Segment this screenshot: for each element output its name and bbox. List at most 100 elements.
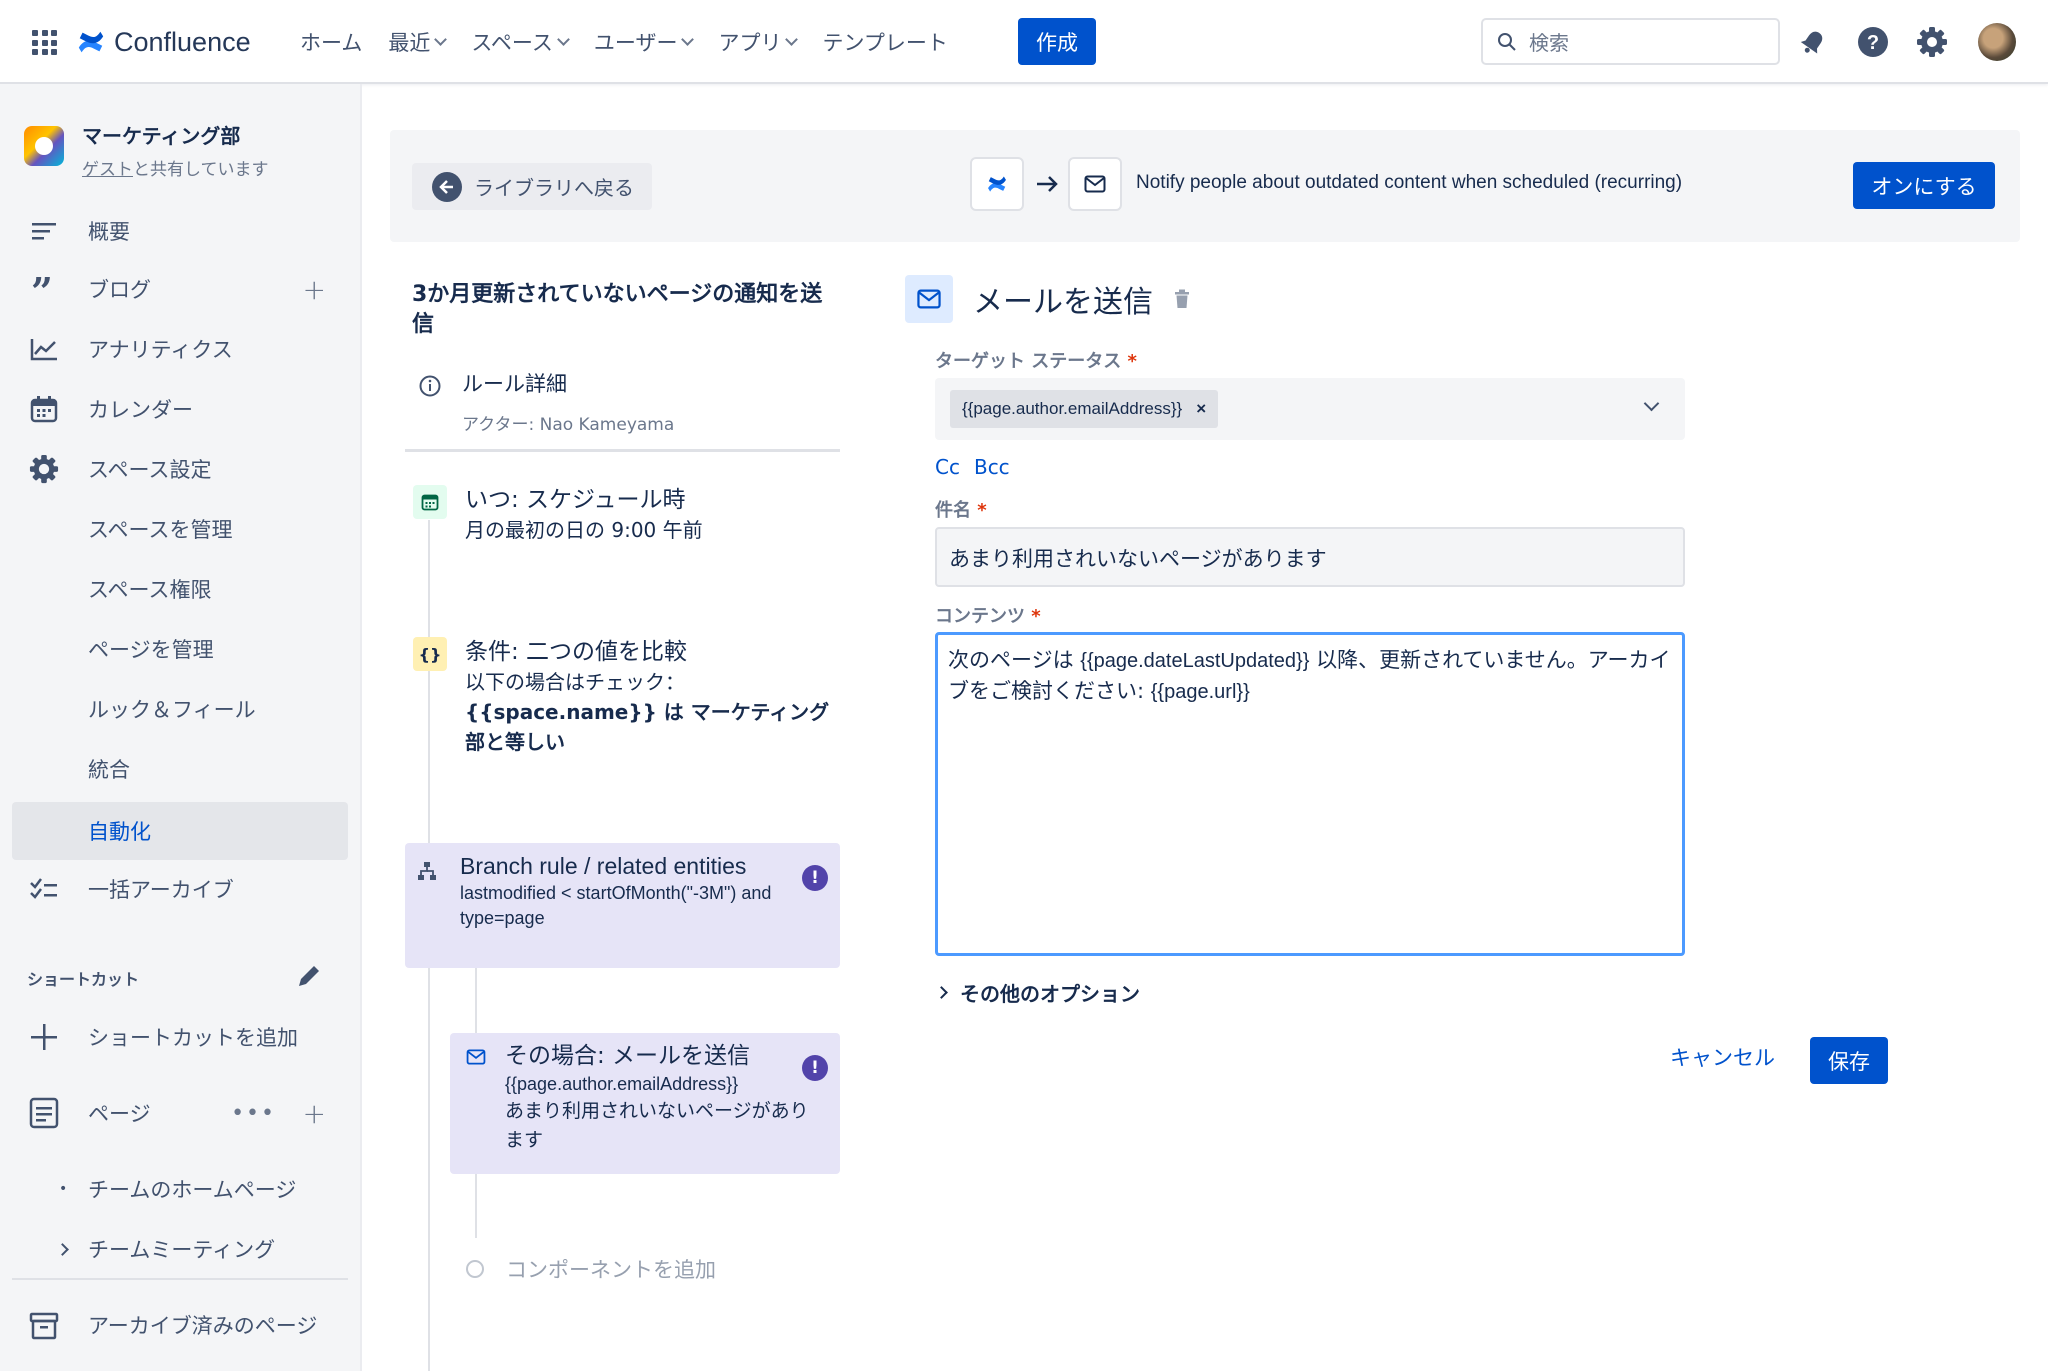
mail-icon (466, 1049, 486, 1065)
sidebar-item-overview[interactable]: 概要 (12, 202, 348, 260)
branch-heading: Branch rule / related entities (460, 853, 747, 879)
share-text: と共有しています (133, 160, 269, 180)
sidebar-item-space-settings[interactable]: スペース設定 (12, 440, 348, 498)
chevron-down-icon[interactable] (1643, 395, 1660, 412)
add-shortcut-button[interactable]: ショートカットを追加 (12, 1008, 348, 1066)
target-status-select[interactable]: {{page.author.emailAddress}} × (935, 378, 1685, 440)
recipient-chip: {{page.author.emailAddress}} × (950, 390, 1219, 428)
warning-icon: ! (802, 865, 828, 891)
main-nav: ホーム 最近 スペース ユーザー アプリ テンプレート (300, 20, 974, 64)
action-subject: あまり利用されいないページがあります (505, 1100, 809, 1151)
remove-icon[interactable]: × (1196, 399, 1206, 419)
sidebar-item-space-permissions[interactable]: スペース権限 (12, 560, 348, 618)
circle-icon (466, 1260, 484, 1278)
sidebar-item-label: ページ (88, 1102, 151, 1126)
top-navigation: Confluence ホーム 最近 スペース ユーザー アプリ テンプレート 作… (0, 0, 2048, 84)
analytics-icon (30, 339, 57, 361)
bulk-archive-icon (30, 878, 57, 899)
page-tree-label: チームのホームページ (88, 1178, 297, 1202)
back-label: ライブラリへ戻る (474, 176, 634, 200)
trash-icon[interactable] (1173, 289, 1191, 309)
guest-link[interactable]: ゲスト (82, 160, 133, 180)
rule-actor: アクター: Nao Kameyama (462, 415, 675, 435)
add-component-button[interactable]: コンポーネントを追加 (466, 1254, 716, 1284)
cc-link[interactable]: Cc (935, 455, 960, 479)
bcc-link[interactable]: Bcc (974, 455, 1010, 479)
nav-users[interactable]: ユーザー (594, 27, 695, 57)
more-options-toggle[interactable]: その他のオプション (935, 978, 1140, 1007)
action-recipient: {{page.author.emailAddress}} (505, 1074, 739, 1094)
cancel-button[interactable]: キャンセル (1670, 1042, 1775, 1072)
add-page-icon[interactable]: + (303, 1097, 326, 1130)
create-button[interactable]: 作成 (1018, 18, 1096, 65)
save-button[interactable]: 保存 (1810, 1037, 1888, 1084)
action-title: メールを送信 (973, 285, 1153, 320)
subject-field[interactable]: あまり利用されいないページがあります (935, 527, 1685, 587)
sidebar-item-label: スペースを管理 (88, 518, 233, 542)
nav-spaces[interactable]: スペース (471, 27, 570, 57)
quote-icon: ” (31, 277, 53, 301)
search-input[interactable]: 検索 (1481, 18, 1780, 65)
trigger-step[interactable]: いつ: スケジュール時 月の最初の日の 9:00 午前 (413, 485, 703, 545)
chevron-right-icon[interactable] (56, 1242, 69, 1256)
chevron-down-icon (681, 33, 695, 46)
plus-icon (31, 1024, 57, 1050)
back-to-library-button[interactable]: ライブラリへ戻る (412, 163, 652, 210)
content-field[interactable]: 次のページは {{page.dateLastUpdated}} 以降、更新されて… (935, 632, 1685, 956)
sidebar-item-manage-space[interactable]: スペースを管理 (12, 500, 348, 558)
avatar[interactable] (1978, 23, 2016, 61)
add-blog-icon[interactable]: + (303, 273, 326, 306)
svg-text:”: ” (31, 277, 53, 301)
action-box (1068, 157, 1122, 211)
sidebar-item-calendar[interactable]: カレンダー (12, 380, 348, 438)
sidebar-item-analytics[interactable]: アナリティクス (12, 320, 348, 378)
nav-home[interactable]: ホーム (300, 27, 362, 57)
app-switcher-icon[interactable] (32, 30, 57, 55)
settings-icon[interactable] (1914, 24, 1950, 60)
sidebar-item-label: 統合 (88, 758, 130, 782)
page-tree-item[interactable]: • チームのホームページ (12, 1160, 348, 1218)
warning-icon: ! (802, 1055, 828, 1081)
confluence-logo[interactable]: Confluence (76, 22, 251, 62)
nav-apps[interactable]: アプリ (718, 27, 799, 57)
confluence-trigger-icon (988, 176, 1006, 192)
edit-shortcuts-icon[interactable] (295, 962, 323, 990)
sidebar-item-integrations[interactable]: 統合 (12, 740, 348, 798)
sidebar-item-label: カレンダー (88, 398, 193, 422)
sidebar-item-archived-pages[interactable]: アーカイブ済みのページ (12, 1296, 348, 1354)
svg-text:?: ? (1867, 32, 1879, 54)
sidebar-item-automation[interactable]: 自動化 (12, 802, 348, 860)
target-status-label: ターゲット ステータス * (935, 347, 1137, 373)
required-mark: * (1127, 351, 1137, 372)
nav-spaces-label: スペース (471, 31, 553, 55)
sidebar-item-manage-pages[interactable]: ページを管理 (12, 620, 348, 678)
chevron-down-icon (785, 33, 799, 46)
sidebar: マーケティング部 ゲストと共有しています 概要 ” ブログ + アナリティクス … (0, 84, 362, 1371)
mail-icon (905, 275, 953, 323)
branch-card[interactable]: Branch rule / related entities lastmodif… (405, 843, 840, 968)
flow-connector (475, 968, 477, 1033)
space-header[interactable]: マーケティング部 ゲストと共有しています (24, 120, 269, 180)
sidebar-item-bulk-archive[interactable]: 一括アーカイブ (12, 860, 348, 918)
rule-title: 3か月更新されていないページの通知を送信 (412, 282, 823, 337)
more-icon[interactable]: ••• (231, 1101, 276, 1126)
calendar-icon (413, 485, 447, 519)
condition-step[interactable]: {} 条件: 二つの値を比較 以下の場合はチェック： {{space.name}… (413, 637, 833, 757)
enable-rule-button[interactable]: オンにする (1853, 162, 1995, 209)
sidebar-item-label: 自動化 (88, 820, 151, 844)
divider (12, 1278, 348, 1280)
page-tree-item[interactable]: チームミーティング (12, 1220, 348, 1278)
subject-label: 件名 * (935, 496, 987, 522)
action-card[interactable]: その場合: メールを送信 {{page.author.emailAddress}… (450, 1033, 840, 1174)
sidebar-item-look-and-feel[interactable]: ルック＆フィール (12, 680, 348, 738)
sidebar-item-blog[interactable]: ” ブログ + (12, 260, 348, 318)
sidebar-item-label: ブログ (88, 278, 151, 302)
notification-icon[interactable] (1795, 24, 1831, 60)
sidebar-item-label: アナリティクス (88, 338, 233, 362)
help-icon[interactable]: ? (1855, 24, 1891, 60)
rule-details-item[interactable]: ルール詳細 アクター: Nao Kameyama (418, 368, 674, 435)
nav-recent[interactable]: 最近 (388, 27, 448, 57)
divider (405, 449, 840, 452)
nav-templates[interactable]: テンプレート (822, 27, 947, 57)
sidebar-item-pages[interactable]: ページ ••• + (12, 1084, 348, 1142)
